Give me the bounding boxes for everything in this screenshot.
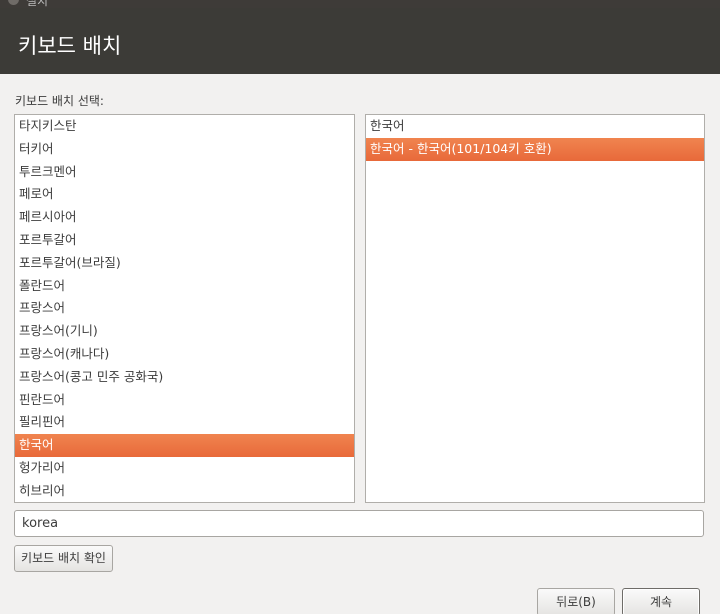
layout-list-item[interactable]: 헝가리어 [15,457,354,480]
layout-list-item[interactable]: 터키어 [15,138,354,161]
continue-button[interactable]: 계속 [622,588,700,614]
layout-list-item[interactable]: 프랑스어 [15,297,354,320]
window-title: 설치 [26,0,49,8]
layout-list-item[interactable]: 프랑스어(콩고 민주 공화국) [15,366,354,389]
layout-filter-input[interactable] [14,510,704,537]
layout-list-item[interactable]: 프랑스어(기니) [15,320,354,343]
keyboard-layout-list[interactable]: 타지키스탄 터키어 투르크멘어 페로어 페르시아어 포르투갈어 포르투갈어(브라질) 폴란드어… [14,114,355,503]
page-title: 키보드 배치 [18,34,122,58]
layout-list-item[interactable]: 필리핀어 [15,411,354,434]
close-icon[interactable] [8,0,19,5]
detect-layout-button[interactable]: 키보드 배치 확인 [14,545,113,572]
keyboard-variant-list[interactable]: 한국어 한국어 - 한국어(101/104키 호환) [365,114,705,503]
layout-list-item[interactable]: 히브리어 [15,480,354,502]
variant-list-item[interactable]: 한국어 - 한국어(101/104키 호환) [366,137,704,161]
layout-list-item[interactable]: 프랑스어(캐나다) [15,343,354,366]
layout-list-item[interactable]: 페로어 [15,183,354,206]
window-titlebar: 설치 [0,0,720,8]
layout-list-item[interactable]: 투르크멘어 [15,161,354,184]
layout-list-item[interactable]: 포르투갈어 [15,229,354,252]
layout-list-item[interactable]: 타지키스탄 [15,115,354,138]
layout-list-item[interactable]: 핀란드어 [15,389,354,412]
layout-list-item[interactable]: 폴란드어 [15,275,354,298]
layout-prompt-label: 키보드 배치 선택: [15,94,104,108]
layout-list-item[interactable]: 포르투갈어(브라질) [15,252,354,275]
page-header: 키보드 배치 [0,8,720,74]
layout-list-item[interactable]: 페르시아어 [15,206,354,229]
layout-list-item[interactable]: 한국어 [15,434,354,457]
variant-list-item[interactable]: 한국어 [366,115,704,138]
back-button[interactable]: 뒤로(B) [537,588,615,614]
